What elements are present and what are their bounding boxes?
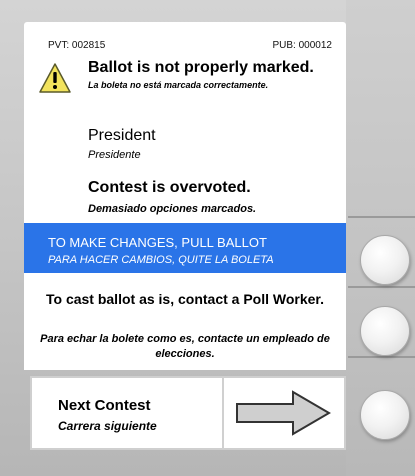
overvote-message-es: Demasiado opciones marcados. xyxy=(88,203,257,215)
pull-ballot-banner[interactable]: TO MAKE CHANGES, PULL BALLOT PARA HACER … xyxy=(24,223,346,273)
overvote-message: Contest is overvoted. xyxy=(88,179,251,196)
side-button-middle[interactable] xyxy=(360,306,410,356)
next-contest-divider xyxy=(222,377,224,449)
bezel-divider xyxy=(348,216,415,218)
contest-name: President xyxy=(88,127,156,144)
warning-title: Ballot is not properly marked. xyxy=(88,59,314,76)
banner-text: TO MAKE CHANGES, PULL BALLOT xyxy=(48,235,267,250)
pub-counter: PUB: 000012 xyxy=(272,40,333,51)
voting-terminal: PVT: 002815 PUB: 000012 Ballot is not pr… xyxy=(0,0,415,476)
next-contest-label-es: Carrera siguiente xyxy=(58,419,157,433)
bezel-divider xyxy=(348,286,415,288)
banner-text-es: PARA HACER CAMBIOS, QUITE LA BOLETA xyxy=(48,254,274,266)
warning-subtitle: La boleta no está marcada correctamente. xyxy=(88,80,269,90)
cast-ballot-message: To cast ballot as is, contact a Poll Wor… xyxy=(45,291,324,307)
contest-name-es: Presidente xyxy=(88,149,141,161)
next-contest-label: Next Contest xyxy=(58,397,151,414)
side-button-bottom[interactable] xyxy=(360,390,410,440)
bezel-divider xyxy=(348,356,415,358)
cast-ballot-message-es: Para echar la bolete como es, contacte u… xyxy=(40,333,330,360)
pvt-counter: PVT: 002815 xyxy=(48,40,106,51)
right-arrow-icon[interactable] xyxy=(235,390,331,436)
warning-icon xyxy=(39,63,71,93)
side-button-top[interactable] xyxy=(360,235,410,285)
